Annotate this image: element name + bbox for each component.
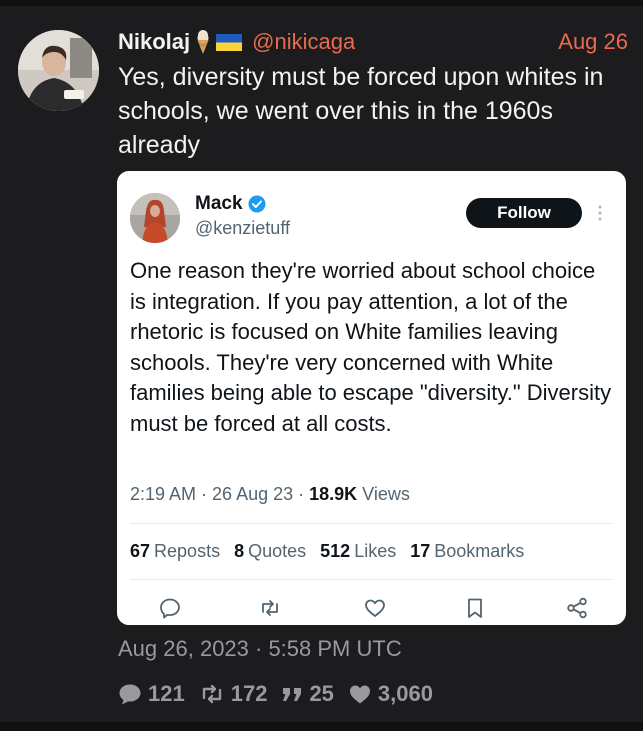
verified-badge-icon (248, 195, 266, 213)
bookmarks-count: 17 (410, 541, 431, 561)
quoted-meta: 2:19 AM · 26 Aug 23 · 18.9K Views (130, 484, 410, 505)
reposts-label: Reposts (154, 541, 221, 561)
post-timestamp[interactable]: Aug 26, 2023 · 5:58 PM UTC (118, 636, 402, 662)
ukraine-flag (216, 33, 243, 51)
author-name[interactable]: Nikolaj (118, 29, 190, 55)
reposts-count: 67 (130, 541, 151, 561)
quoted-stats: 67 Reposts 8 Quotes 512 Likes 17 Bookmarks (130, 541, 524, 562)
reply-icon (119, 684, 141, 705)
follow-button[interactable]: Follow (466, 198, 582, 228)
more-icon[interactable] (596, 203, 604, 223)
bookmark-icon[interactable] (463, 596, 487, 620)
post-date[interactable]: Aug 26 (558, 29, 628, 55)
reposts-stat[interactable]: 172 (199, 681, 268, 707)
replies-stat[interactable]: 121 (118, 681, 185, 707)
author-handle[interactable]: @nikicaga (252, 29, 355, 55)
quoted-actions (130, 596, 616, 622)
reposts-stat[interactable]: 67 Reposts (130, 541, 220, 562)
repost-icon[interactable] (258, 596, 282, 620)
bottom-divider (0, 722, 643, 731)
reply-icon[interactable] (158, 596, 182, 620)
reposts-count: 172 (230, 681, 268, 706)
quotes-stat[interactable]: 25 (281, 681, 334, 707)
post-frame: Nikolaj @nikicaga Aug 26 Yes, diversity … (0, 0, 643, 731)
likes-stat[interactable]: 512 Likes (320, 541, 396, 562)
quoted-tweet-card[interactable]: Mack @kenzietuff Follow One reason they'… (117, 171, 626, 625)
quotes-stat[interactable]: 8 Quotes (234, 541, 306, 562)
author-avatar[interactable] (18, 30, 99, 111)
quoted-name-text: Mack (195, 193, 243, 214)
divider (130, 523, 613, 524)
quoted-avatar[interactable] (130, 193, 180, 243)
share-icon[interactable] (565, 596, 589, 620)
views-count: 18.9K (309, 484, 358, 504)
divider (130, 579, 613, 580)
quote-icon (283, 688, 302, 701)
heart-icon (349, 685, 370, 704)
likes-count: 512 (320, 541, 351, 561)
quoted-author-name[interactable]: Mack (195, 193, 266, 215)
engagement-bar: 121 172 25 3,060 (118, 679, 447, 709)
like-icon[interactable] (363, 596, 387, 620)
quotes-count: 8 (234, 541, 245, 561)
bookmarks-label: Bookmarks (434, 541, 525, 561)
ice-cream-emoji (196, 29, 210, 55)
quoted-time[interactable]: 2:19 AM · 26 Aug 23 · (130, 484, 309, 504)
likes-label: Likes (354, 541, 397, 561)
quoted-text: One reason they're worried about school … (130, 258, 612, 436)
replies-count: 121 (148, 681, 185, 706)
post-header: Nikolaj @nikicaga Aug 26 (118, 26, 628, 58)
likes-stat[interactable]: 3,060 (348, 681, 433, 707)
quotes-count: 25 (309, 681, 334, 706)
likes-count: 3,060 (377, 681, 433, 706)
quotes-label: Quotes (248, 541, 307, 561)
repost-icon (202, 684, 221, 704)
post-text: Yes, diversity must be forced upon white… (118, 63, 604, 159)
quoted-handle[interactable]: @kenzietuff (195, 218, 290, 239)
views-label: Views (357, 484, 410, 504)
top-divider (0, 0, 643, 6)
bookmarks-stat[interactable]: 17 Bookmarks (410, 541, 524, 562)
